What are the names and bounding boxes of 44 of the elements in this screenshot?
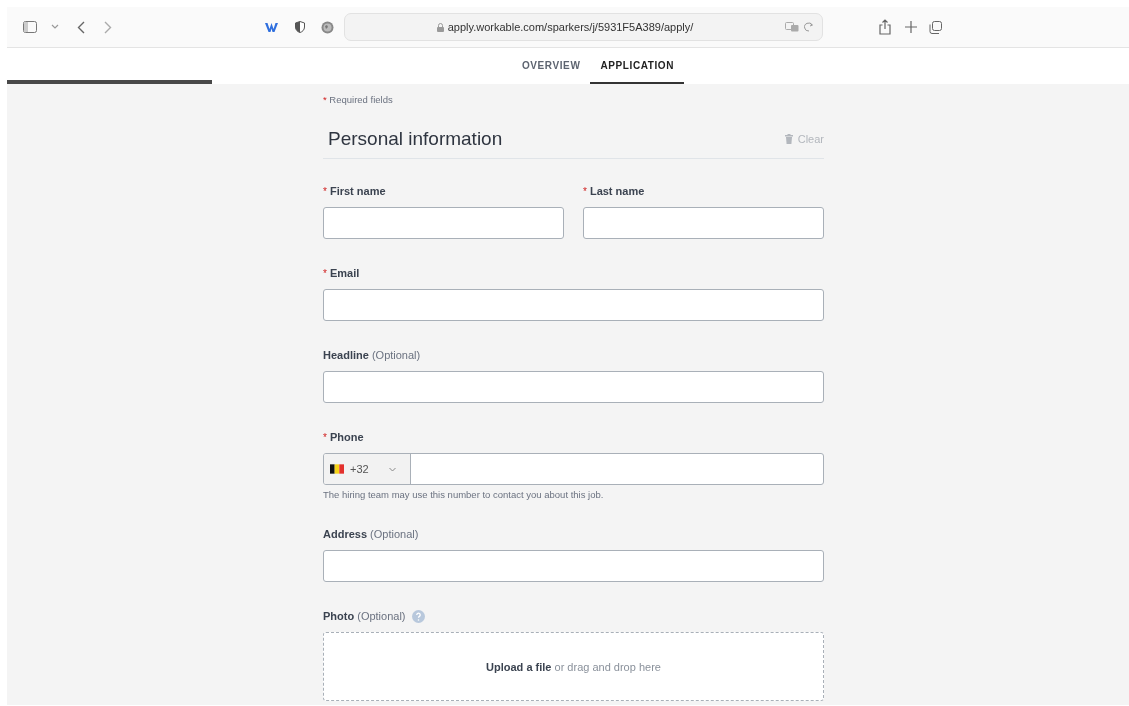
reload-icon[interactable]	[804, 22, 814, 32]
input-field[interactable]	[323, 289, 824, 321]
file-drop-zone[interactable]: Upload a file or drag and drop here	[323, 632, 824, 701]
shield-icon[interactable]	[295, 21, 305, 33]
help-icon[interactable]	[411, 609, 425, 623]
drop-instructions: Upload a file or drag and drop here	[486, 660, 661, 673]
globe-icon[interactable]	[321, 20, 334, 34]
required-mark: *	[323, 267, 327, 279]
field-hint: The hiring team may use this number to contact you about this job.	[323, 489, 605, 500]
required-mark: *	[323, 94, 327, 105]
field-label: Photo (Optional)	[323, 610, 406, 622]
forward-icon[interactable]	[104, 20, 112, 34]
sidebar-icon[interactable]	[23, 21, 37, 33]
share-icon[interactable]	[879, 19, 891, 35]
section-title: Personal information	[328, 128, 503, 150]
input-field[interactable]	[323, 371, 824, 403]
tabs-overview-icon[interactable]	[929, 20, 942, 34]
chevron-down-icon[interactable]	[51, 24, 59, 30]
lock-icon	[436, 22, 444, 32]
back-icon[interactable]	[77, 20, 85, 34]
trash-icon	[784, 134, 793, 144]
url-text: apply.workable.com/sparkers/j/5931F5A389/apply/	[447, 21, 694, 33]
w-logo-icon[interactable]	[265, 22, 278, 32]
translate-icon[interactable]	[785, 22, 799, 32]
required-mark: *	[323, 431, 327, 443]
plus-icon[interactable]	[905, 21, 917, 33]
input-field[interactable]	[583, 207, 824, 239]
input-field[interactable]	[323, 550, 824, 582]
chevron-down-icon	[388, 466, 396, 472]
field-label: Phone	[329, 431, 364, 443]
flag-icon	[330, 464, 344, 474]
address-bar[interactable]: apply.workable.com/sparkers/j/5931F5A389/apply/	[344, 13, 823, 41]
field-label: Email	[329, 267, 360, 279]
phone-field[interactable]: +32	[323, 453, 824, 485]
nav-tab[interactable]: OVERVIEW	[511, 48, 591, 84]
required-mark: *	[583, 185, 587, 197]
field-label: Address (Optional)	[323, 528, 419, 540]
required-fields-note: Required fields	[329, 94, 393, 105]
field-label: Last name	[589, 185, 645, 197]
country-code-dropdown[interactable]: +32	[324, 454, 411, 484]
field-label: First name	[329, 185, 386, 197]
input-field[interactable]	[323, 207, 564, 239]
required-mark: *	[323, 185, 327, 197]
field-label: Headline (Optional)	[323, 349, 421, 361]
